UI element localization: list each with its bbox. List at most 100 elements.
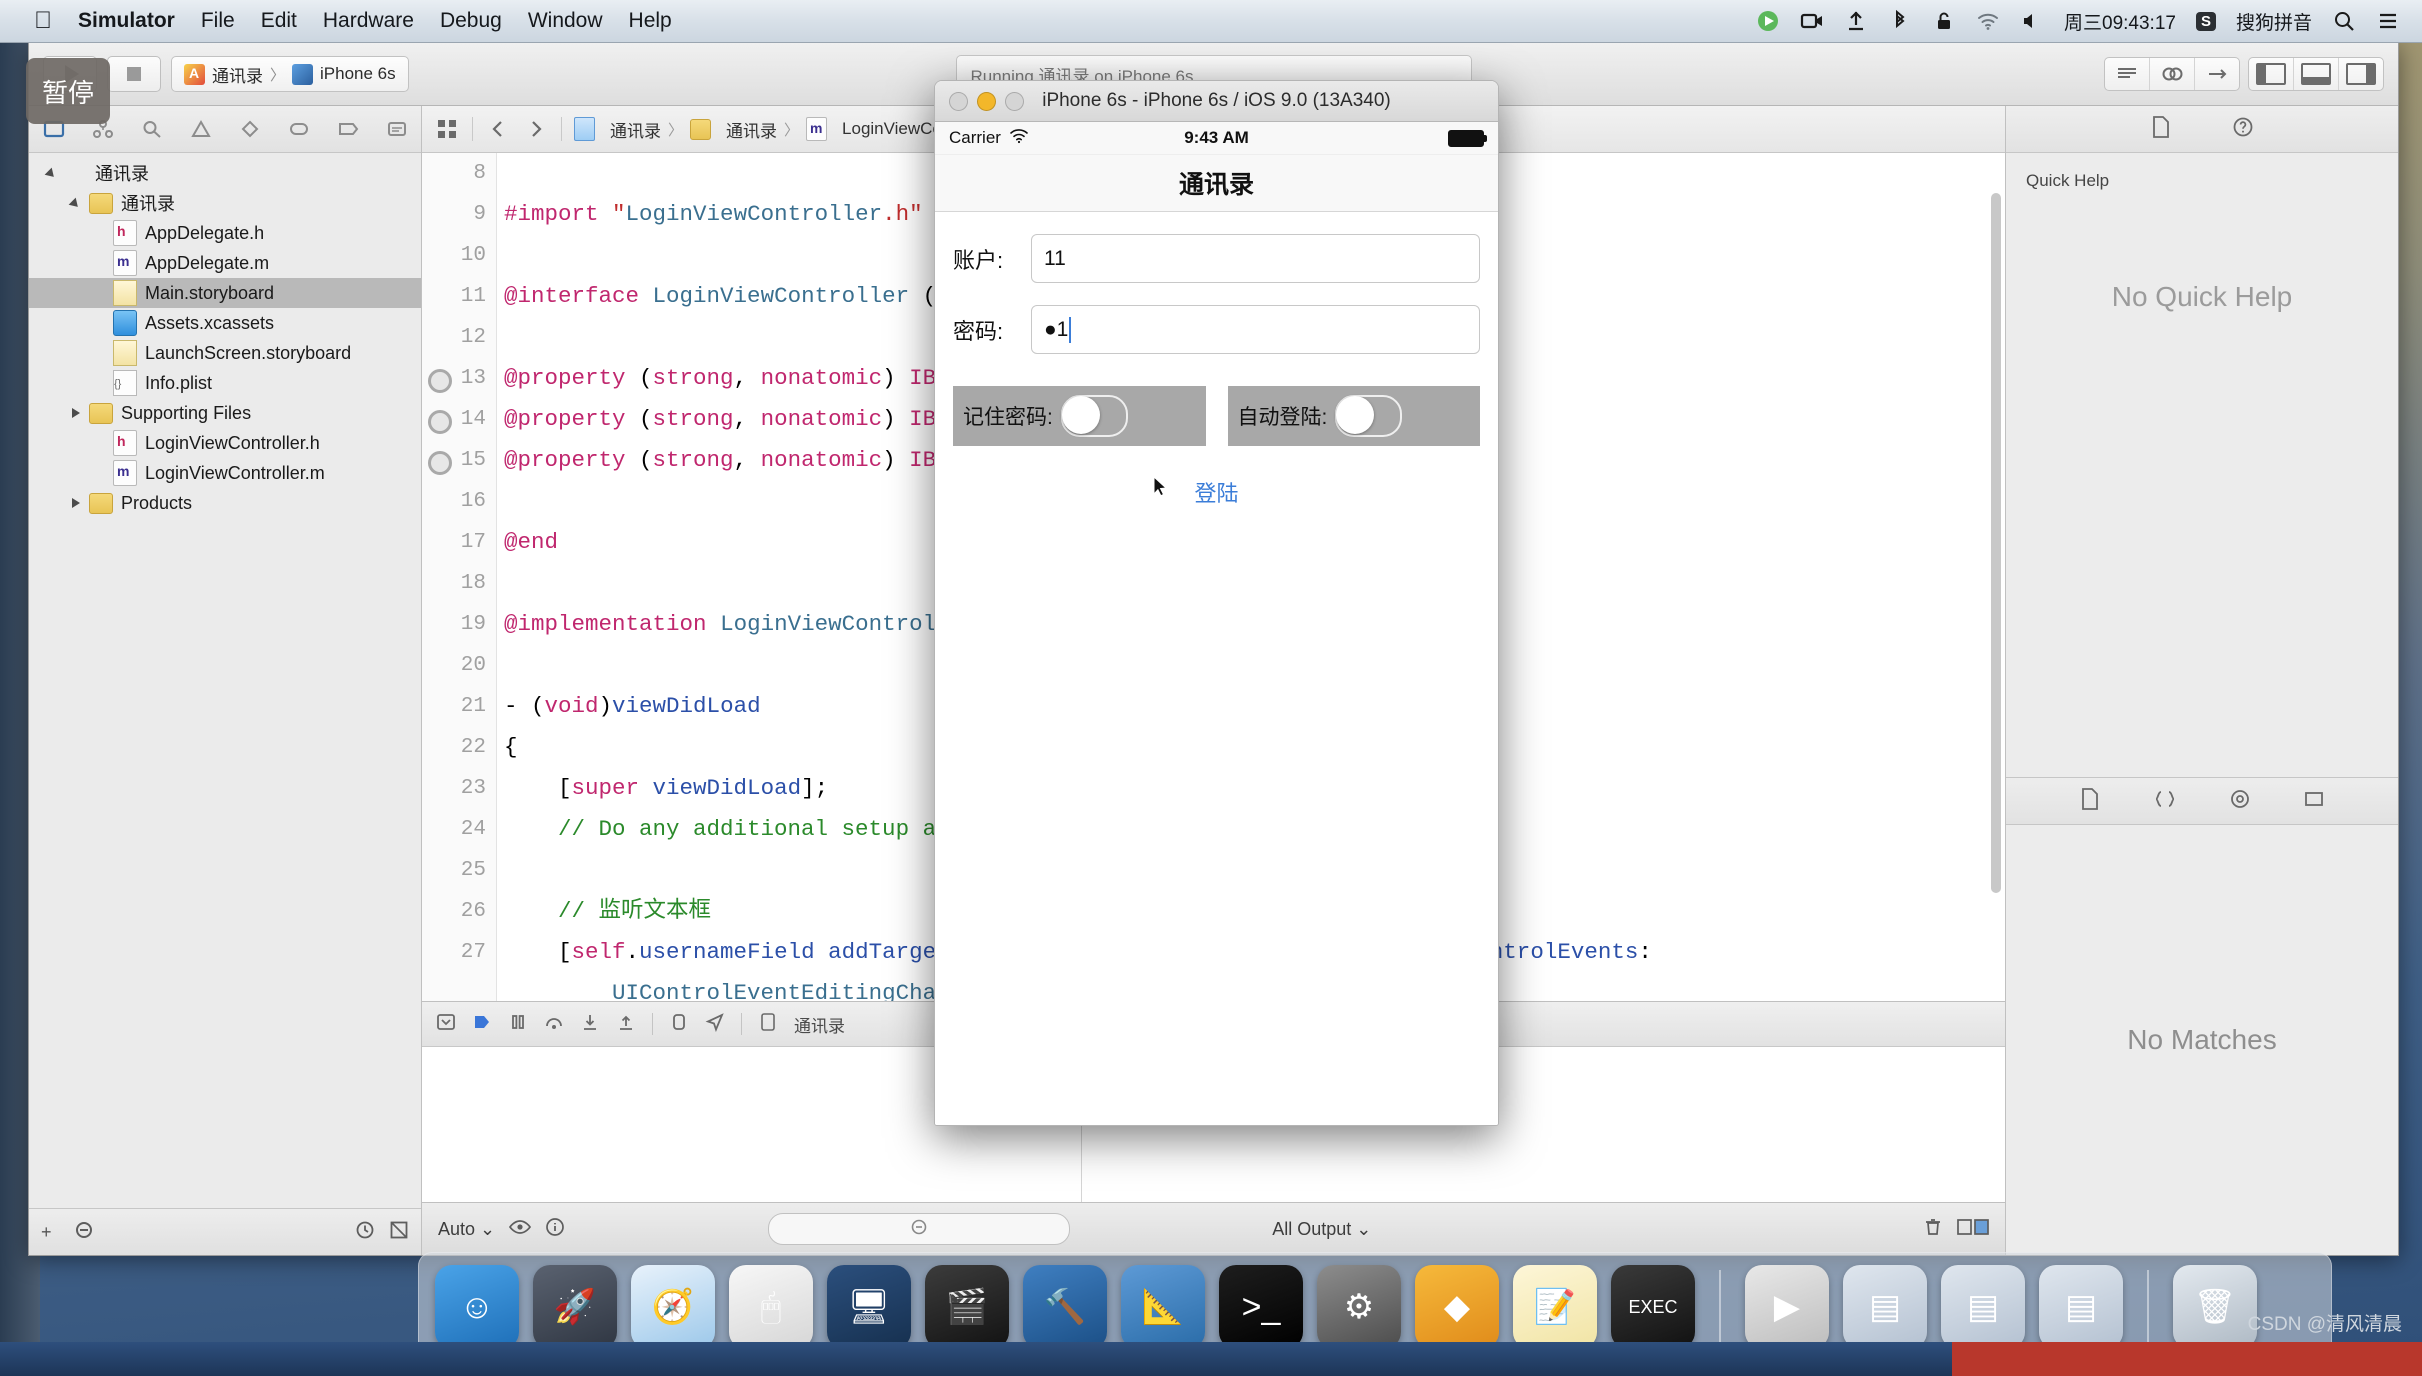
exec-icon[interactable]: EXEC bbox=[1611, 1265, 1695, 1349]
close-button[interactable] bbox=[949, 91, 968, 111]
line-number[interactable]: 25 bbox=[422, 850, 496, 891]
trash-icon[interactable]: 🗑 bbox=[2173, 1265, 2257, 1349]
utilities-toggle-icon[interactable] bbox=[2339, 58, 2383, 90]
bluetooth-icon[interactable] bbox=[1888, 9, 1912, 33]
split-panes-icon[interactable] bbox=[1957, 1218, 1989, 1241]
file-tree-row[interactable]: Main.storyboard bbox=[29, 278, 421, 308]
xcode-icon[interactable]: 🔨 bbox=[1023, 1265, 1107, 1349]
system-preferences-icon[interactable]: ⚙ bbox=[1317, 1265, 1401, 1349]
remember-password-switch[interactable] bbox=[1060, 395, 1128, 437]
breadcrumb-project[interactable]: 通讯录 bbox=[610, 117, 661, 142]
file-tree-row[interactable]: Supporting Files bbox=[29, 398, 421, 428]
line-number[interactable] bbox=[422, 973, 496, 1001]
assistant-editor-icon[interactable] bbox=[2150, 58, 2195, 90]
disclosure-triangle-icon[interactable] bbox=[69, 495, 85, 511]
editor-mode-segmented[interactable] bbox=[2104, 57, 2240, 91]
debug-navigator-icon[interactable] bbox=[274, 106, 323, 152]
line-number[interactable]: 8 bbox=[422, 153, 496, 194]
continue-icon[interactable] bbox=[472, 1012, 492, 1037]
window-app-2-icon[interactable]: ▤ bbox=[1941, 1265, 2025, 1349]
file-tree-row[interactable]: {} Info.plist bbox=[29, 368, 421, 398]
line-number[interactable]: 12 bbox=[422, 317, 496, 358]
menu-item-help[interactable]: Help bbox=[629, 9, 672, 33]
report-navigator-icon[interactable] bbox=[372, 106, 421, 152]
file-tree-row[interactable]: 通讯录 bbox=[29, 158, 421, 188]
step-out-icon[interactable] bbox=[616, 1012, 636, 1037]
file-tree-row[interactable]: h AppDelegate.h bbox=[29, 218, 421, 248]
window-app-1-icon[interactable]: ▤ bbox=[1843, 1265, 1927, 1349]
line-number[interactable]: 10 bbox=[422, 235, 496, 276]
launchpad-icon[interactable]: 🚀 bbox=[533, 1265, 617, 1349]
zoom-button[interactable] bbox=[1005, 91, 1024, 111]
menu-item-file[interactable]: File bbox=[201, 9, 235, 33]
auto-login-switch[interactable] bbox=[1335, 395, 1403, 437]
file-tree-row[interactable]: h LoginViewController.h bbox=[29, 428, 421, 458]
console-filter-field[interactable] bbox=[767, 1213, 1070, 1245]
file-template-library-icon[interactable] bbox=[2079, 787, 2101, 816]
clock-icon[interactable] bbox=[355, 1220, 375, 1245]
password-input[interactable]: ●1 bbox=[1031, 305, 1480, 354]
add-file-button[interactable]: + bbox=[41, 1222, 52, 1243]
line-number[interactable]: 27 bbox=[422, 932, 496, 973]
safari-icon[interactable]: 🧭 bbox=[631, 1265, 715, 1349]
view-debug-icon[interactable] bbox=[669, 1012, 689, 1037]
menubar-clock[interactable]: 周三09:43:17 bbox=[2064, 8, 2176, 35]
line-number[interactable]: 16 bbox=[422, 481, 496, 522]
media-library-icon[interactable] bbox=[2303, 788, 2325, 815]
editor-scrollbar[interactable] bbox=[1991, 193, 2001, 893]
view-toggle-segmented[interactable] bbox=[2248, 57, 2384, 91]
object-library-icon[interactable] bbox=[2229, 788, 2251, 815]
step-over-icon[interactable] bbox=[544, 1012, 564, 1037]
line-number[interactable]: 23 bbox=[422, 768, 496, 809]
volume-icon[interactable] bbox=[2020, 9, 2044, 33]
chevron-left-icon[interactable] bbox=[485, 116, 511, 142]
standard-editor-icon[interactable] bbox=[2105, 58, 2150, 90]
airdrop-icon[interactable] bbox=[1844, 9, 1868, 33]
instruments-icon[interactable]: 📐 bbox=[1121, 1265, 1205, 1349]
lock-icon[interactable] bbox=[1932, 9, 1956, 33]
simulator-titlebar[interactable]: iPhone 6s - iPhone 6s / iOS 9.0 (13A340) bbox=[935, 81, 1498, 122]
filter-icon[interactable] bbox=[74, 1220, 94, 1245]
code-snippet-library-icon[interactable] bbox=[2153, 788, 2177, 815]
window-app-3-icon[interactable]: ▤ bbox=[2039, 1265, 2123, 1349]
virtualbox-icon[interactable]: 🖥 bbox=[827, 1265, 911, 1349]
line-number[interactable]: 19 bbox=[422, 604, 496, 645]
ime-badge-icon[interactable]: S bbox=[2195, 11, 2216, 31]
menu-item-simulator[interactable]: Simulator bbox=[78, 9, 175, 33]
auto-scope-selector[interactable]: Auto ⌄ bbox=[438, 1219, 495, 1240]
file-tree-row[interactable]: m AppDelegate.m bbox=[29, 248, 421, 278]
issue-navigator-icon[interactable] bbox=[176, 106, 225, 152]
process-label[interactable]: 通讯录 bbox=[794, 1012, 845, 1037]
notification-center-icon[interactable] bbox=[2376, 9, 2400, 33]
disclosure-triangle-icon[interactable] bbox=[69, 195, 85, 211]
related-items-icon[interactable] bbox=[434, 116, 460, 142]
navigator-toggle-icon[interactable] bbox=[2249, 58, 2294, 90]
debug-area-toggle-icon[interactable] bbox=[2294, 58, 2339, 90]
file-tree-row[interactable]: m LoginViewController.m bbox=[29, 458, 421, 488]
menu-item-edit[interactable]: Edit bbox=[261, 9, 297, 33]
file-tree-row[interactable]: Assets.xcassets bbox=[29, 308, 421, 338]
line-number-gutter[interactable]: 8910111213141516171819202122232425262728… bbox=[422, 153, 497, 1001]
line-number[interactable]: 20 bbox=[422, 645, 496, 686]
finder-icon[interactable]: ☺ bbox=[435, 1265, 519, 1349]
trash-icon[interactable] bbox=[1923, 1217, 1943, 1242]
terminal-icon[interactable]: >_ bbox=[1219, 1265, 1303, 1349]
version-editor-icon[interactable] bbox=[2195, 58, 2239, 90]
minimize-button[interactable] bbox=[977, 91, 996, 111]
screen-record-icon[interactable] bbox=[1800, 9, 1824, 33]
stop-button[interactable] bbox=[107, 56, 161, 92]
wifi-icon[interactable] bbox=[1976, 9, 2000, 33]
mouse-app-icon[interactable]: 🖱 bbox=[729, 1265, 813, 1349]
line-number[interactable]: 11 bbox=[422, 276, 496, 317]
info-icon[interactable] bbox=[545, 1217, 565, 1242]
eye-icon[interactable] bbox=[509, 1218, 532, 1241]
line-number[interactable]: 24 bbox=[422, 809, 496, 850]
line-number[interactable]: 9 bbox=[422, 194, 496, 235]
search-icon[interactable] bbox=[2332, 9, 2356, 33]
breadcrumb-group[interactable]: 通讯录 bbox=[726, 117, 777, 142]
quick-help-icon[interactable] bbox=[2232, 116, 2254, 143]
output-scope-selector[interactable]: All Output ⌄ bbox=[1272, 1219, 1371, 1240]
breakpoint-navigator-icon[interactable] bbox=[323, 106, 372, 152]
hide-debug-area-icon[interactable] bbox=[436, 1012, 456, 1037]
account-input[interactable]: 11 bbox=[1031, 234, 1480, 283]
